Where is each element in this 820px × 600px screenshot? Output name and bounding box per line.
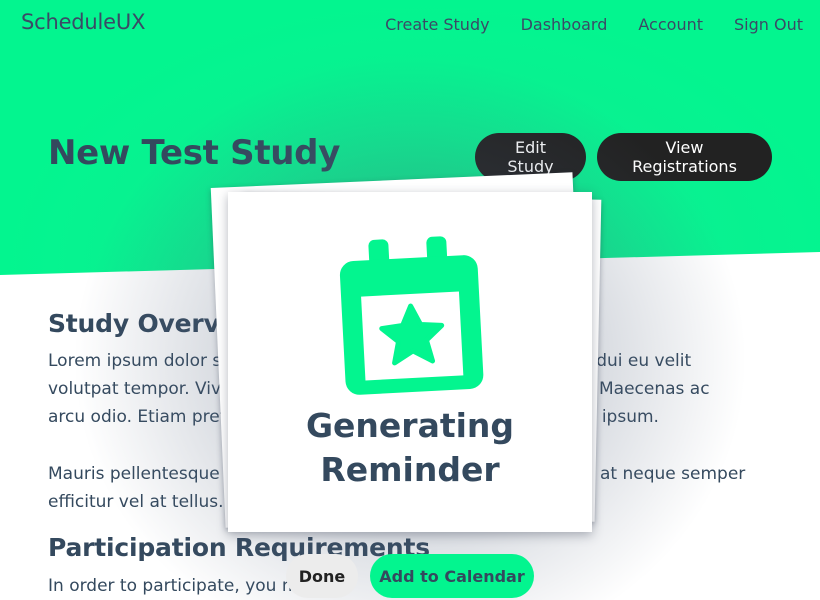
overview-text: efficitur vel at tellus. — [48, 492, 224, 512]
overview-text: Lorem ipsum dolor s — [48, 351, 222, 371]
requirements-heading: Participation Requirements — [48, 533, 430, 562]
generating-reminder-modal: Generating Reminder — [228, 192, 592, 532]
overview-text: at neque semper — [600, 464, 746, 484]
modal-title-line: Generating — [305, 406, 515, 445]
add-to-calendar-button[interactable]: Add to Calendar — [370, 554, 534, 598]
modal-title-line: Reminder — [320, 450, 500, 489]
study-page: ScheduleUX Create Study Dashboard Accoun… — [0, 0, 820, 600]
overview-text: volutpat tempor. Viv — [48, 379, 222, 399]
overview-text: Mauris pellentesque — [48, 464, 220, 484]
overview-text: arcu odio. Etiam pret — [48, 407, 227, 427]
done-button[interactable]: Done — [286, 554, 358, 598]
calendar-star-icon — [339, 236, 484, 395]
modal-title: Generating Reminder — [228, 404, 592, 492]
